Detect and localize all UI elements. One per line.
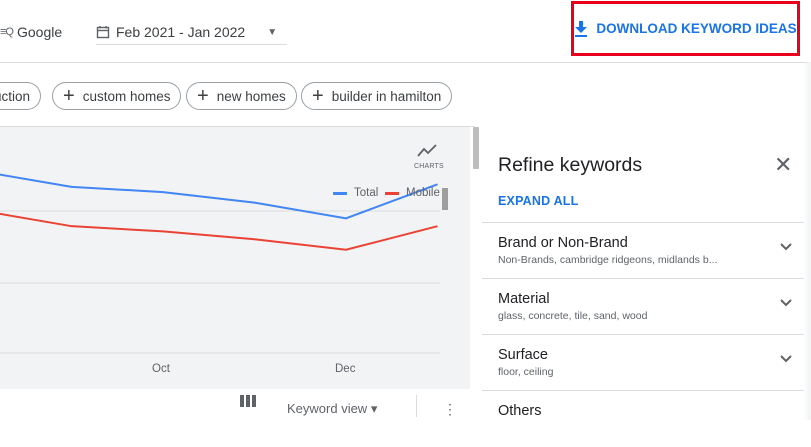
refine-keywords-panel: Refine keywords ✕ EXPAND ALL Brand or No…	[482, 127, 811, 420]
legend-swatch	[385, 191, 399, 195]
keyword-chip[interactable]: + new homes	[186, 82, 297, 110]
download-icon	[575, 20, 588, 37]
more-options-icon[interactable]: ⋮	[443, 401, 457, 418]
charts-toggle[interactable]: CHARTS	[414, 144, 444, 170]
calendar-icon	[96, 26, 110, 39]
legend-swatch	[333, 191, 347, 195]
keyword-table-toolbar: Keyword view ▾ ⋮	[0, 389, 470, 420]
keyword-chip[interactable]: + custom homes	[52, 82, 182, 110]
network-label: Google	[16, 24, 63, 40]
trend-chart-svg	[0, 173, 440, 354]
legend-scrollbar[interactable]	[442, 188, 448, 210]
close-icon[interactable]: ✕	[774, 152, 792, 178]
keyword-view-selector[interactable]: Keyword view ▾	[287, 401, 377, 417]
keyword-chip[interactable]: uction	[0, 82, 42, 110]
keyword-view-label: Keyword view	[287, 401, 368, 416]
refine-section-brand[interactable]: Brand or Non-Brand Non-Brands, cambridge…	[482, 222, 804, 279]
chevron-down-icon	[780, 355, 792, 363]
charts-label: CHARTS	[414, 163, 444, 170]
chevron-down-icon	[780, 243, 792, 251]
chip-label: new homes	[216, 88, 286, 104]
legend-item-mobile: Mobile	[385, 187, 440, 199]
main-scrollbar[interactable]	[470, 127, 482, 420]
chip-label: custom homes	[82, 88, 171, 104]
refine-keywords-title: Refine keywords	[498, 154, 643, 176]
download-label: DOWNLOAD KEYWORD IDEAS	[596, 21, 797, 36]
plus-icon: +	[197, 85, 209, 107]
section-subtitle: Non-Brands, cambridge ridgeons, midlands…	[498, 254, 718, 266]
refine-section-surface[interactable]: Surface floor, ceiling	[482, 334, 804, 391]
section-title: Brand or Non-Brand	[498, 235, 628, 251]
plus-icon: +	[63, 85, 75, 107]
scrollbar-thumb[interactable]	[473, 127, 479, 169]
right-edge-fade	[803, 62, 811, 420]
expand-all-button[interactable]: EXPAND ALL	[498, 194, 578, 208]
chip-label: uction	[0, 88, 31, 104]
series-line-mobile	[0, 212, 438, 251]
trend-chart	[0, 127, 470, 389]
keyword-chip[interactable]: + builder in hamilton	[301, 82, 453, 110]
section-title: Material	[498, 291, 550, 307]
columns-icon[interactable]	[240, 395, 256, 407]
chevron-down-icon: ▼	[267, 26, 278, 38]
date-range-label: Feb 2021 - Jan 2022	[116, 24, 246, 40]
x-tick-label: Oct	[152, 363, 170, 375]
search-network-icon: ≡Q	[0, 26, 14, 38]
download-keyword-ideas-button[interactable]: DOWNLOAD KEYWORD IDEAS	[571, 1, 800, 56]
divider	[416, 395, 417, 417]
network-selector[interactable]: ≡Q Google	[0, 22, 62, 42]
x-tick-label: Dec	[335, 363, 356, 375]
refine-section-others[interactable]: Others	[482, 390, 804, 447]
chevron-down-icon	[780, 299, 792, 307]
plus-icon: +	[312, 85, 324, 107]
legend-label: Total	[354, 187, 379, 199]
section-subtitle: floor, ceiling	[498, 366, 554, 378]
section-subtitle: glass, concrete, tile, sand, wood	[498, 310, 648, 322]
section-title: Others	[498, 403, 542, 419]
legend-item-total: Total	[333, 187, 378, 199]
chip-label: builder in hamilton	[331, 88, 442, 104]
refine-section-material[interactable]: Material glass, concrete, tile, sand, wo…	[482, 278, 804, 335]
legend-label: Mobile	[406, 187, 440, 199]
top-toolbar: ≡Q Google Feb 2021 - Jan 2022 ▼ DOWNLOAD…	[0, 0, 811, 63]
section-title: Surface	[498, 347, 548, 363]
trend-line-icon	[417, 144, 437, 157]
chevron-down-icon: ▾	[370, 401, 378, 416]
date-range-selector[interactable]: Feb 2021 - Jan 2022 ▼	[96, 20, 288, 45]
